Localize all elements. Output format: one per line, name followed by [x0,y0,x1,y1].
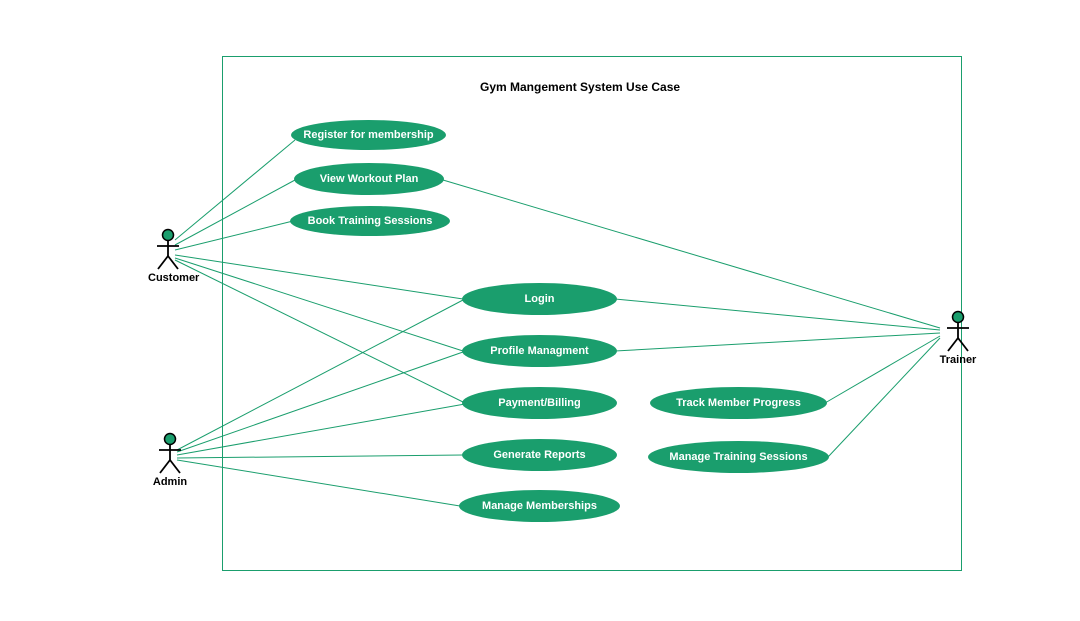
actor-trainer: Trainer [938,310,978,366]
person-icon [153,228,183,270]
usecase-register: Register for membership [291,120,446,150]
person-icon [155,432,185,474]
usecase-login: Login [462,283,617,315]
actor-admin-label: Admin [150,476,190,488]
usecase-memberships: Manage Memberships [459,490,620,522]
diagram-stage: Gym Mangement System Use Case Customer A… [0,0,1080,621]
usecase-view-plan: View Workout Plan [294,163,444,195]
actor-customer-label: Customer [148,272,188,284]
diagram-title: Gym Mangement System Use Case [480,80,680,94]
actor-admin: Admin [150,432,190,488]
usecase-manage-training: Manage Training Sessions [648,441,829,473]
usecase-profile: Profile Managment [462,335,617,367]
usecase-reports: Generate Reports [462,439,617,471]
actor-trainer-label: Trainer [938,354,978,366]
actor-customer: Customer [148,228,188,284]
person-icon [943,310,973,352]
usecase-book-sessions: Book Training Sessions [290,206,450,236]
usecase-track-progress: Track Member Progress [650,387,827,419]
usecase-payment: Payment/Billing [462,387,617,419]
